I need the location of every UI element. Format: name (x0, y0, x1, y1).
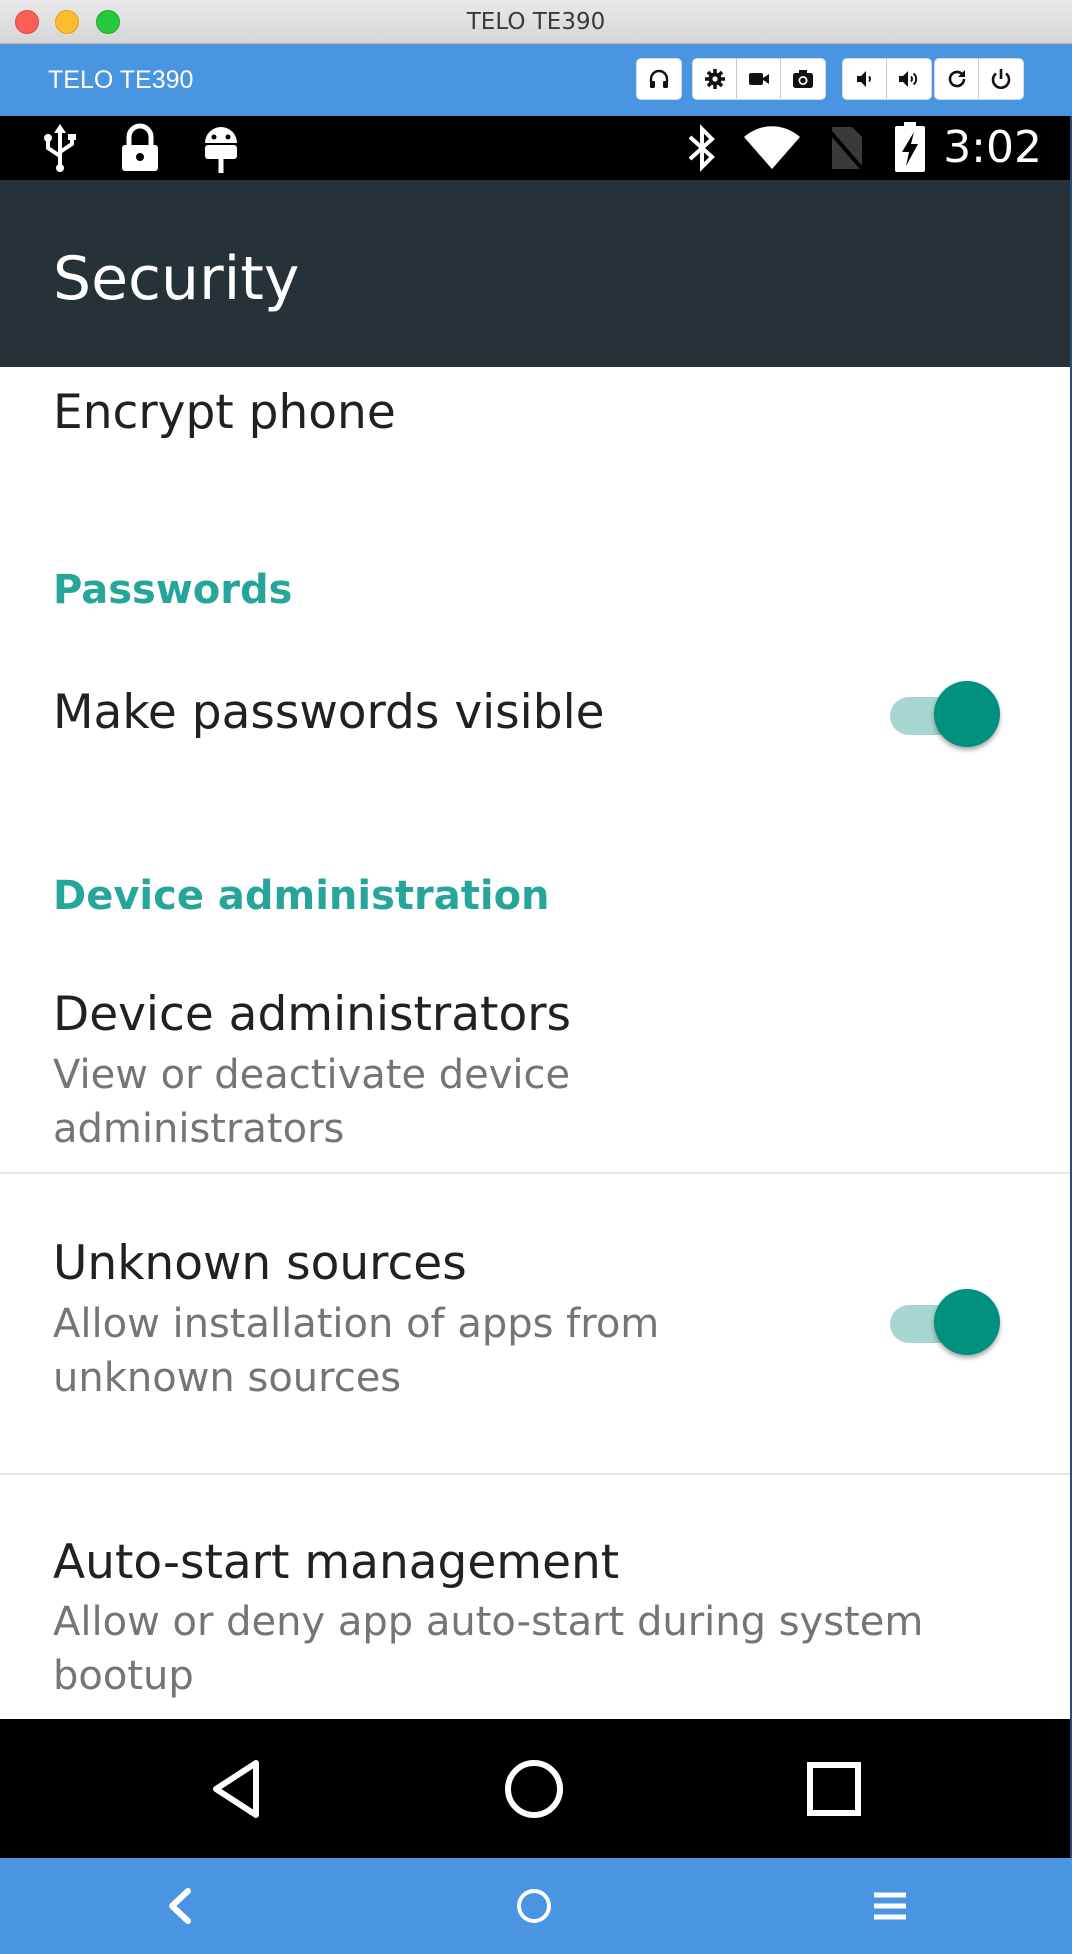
toolbar-group-volume (842, 58, 932, 100)
switch-thumb (934, 1289, 1000, 1355)
window-title: TELO TE390 (466, 9, 606, 35)
battery-charging-icon (892, 116, 928, 180)
lock-icon (118, 116, 162, 180)
unknown-sources-switch[interactable] (880, 1289, 1000, 1355)
emulator-back-button[interactable] (130, 1858, 230, 1954)
unknown-sources-summary: Allow installation of apps from unknown … (53, 1301, 660, 1401)
menu-icon (874, 1892, 906, 1920)
camera-icon (793, 70, 813, 88)
nav-home-button[interactable] (474, 1719, 594, 1858)
unknown-sources-title[interactable]: Unknown sources (53, 1236, 467, 1291)
section-header-passwords: Passwords (53, 567, 293, 613)
settings-list: Encrypt phone Passwords Make passwords v… (0, 367, 1070, 1719)
phone-status-bar: 3:02 (0, 116, 1072, 180)
gear-icon (704, 69, 725, 89)
toolbar-group-capture (692, 58, 826, 100)
section-header-device-administration: Device administration (53, 873, 550, 919)
emulator-home-button[interactable] (484, 1858, 584, 1954)
headphones-icon (649, 69, 669, 88)
home-icon (505, 1759, 563, 1818)
no-sim-icon (822, 116, 868, 180)
volume-down-button[interactable] (843, 59, 887, 99)
emulator-bottom-bar (0, 1858, 1072, 1954)
page-title: Security (53, 244, 300, 314)
chevron-left-icon (169, 1888, 191, 1924)
encrypt-phone-item[interactable]: Encrypt phone (53, 385, 396, 440)
rotate-button[interactable] (935, 59, 979, 99)
power-icon (991, 69, 1011, 89)
status-time: 3:02 (943, 122, 1042, 173)
settings-button[interactable] (693, 59, 737, 99)
divider (0, 1473, 1070, 1475)
screenshot-button[interactable] (781, 59, 825, 99)
nav-back-button[interactable] (178, 1719, 298, 1858)
switch-thumb (934, 681, 1000, 747)
bluetooth-icon (684, 116, 720, 180)
toolbar-group-device (934, 58, 1024, 100)
rotate-icon (948, 70, 965, 88)
make-passwords-visible-label[interactable]: Make passwords visible (53, 685, 605, 740)
device-administrators-title[interactable]: Device administrators (53, 987, 571, 1042)
toolbar-group-audio (636, 58, 682, 100)
wifi-icon (742, 116, 802, 180)
window-titlebar: TELO TE390 (0, 0, 1072, 44)
device-name: TELO TE390 (48, 66, 194, 94)
record-video-button[interactable] (737, 59, 781, 99)
volume-up-icon (899, 71, 918, 87)
auto-start-management-title[interactable]: Auto-start management (53, 1535, 619, 1590)
volume-up-button[interactable] (887, 59, 931, 99)
divider (0, 1172, 1070, 1174)
headphones-button[interactable] (637, 59, 681, 99)
app-bar: Security (0, 180, 1070, 367)
recents-icon (807, 1761, 861, 1816)
usb-icon (40, 116, 80, 180)
nav-recents-button[interactable] (774, 1719, 894, 1858)
volume-down-icon (856, 71, 871, 87)
device-administrators-summary: View or deactivate device administrators (53, 1052, 571, 1152)
android-nav-bar (0, 1719, 1070, 1858)
video-camera-icon (748, 73, 769, 85)
emulator-menu-button[interactable] (840, 1858, 940, 1954)
power-button[interactable] (979, 59, 1023, 99)
emulator-toolbar: TELO TE390 (0, 44, 1072, 116)
android-debug-icon (200, 116, 242, 180)
circle-icon (517, 1889, 551, 1923)
auto-start-management-summary: Allow or deny app auto-start during syst… (53, 1599, 924, 1699)
back-icon (213, 1759, 259, 1818)
make-passwords-visible-switch[interactable] (880, 681, 1000, 747)
